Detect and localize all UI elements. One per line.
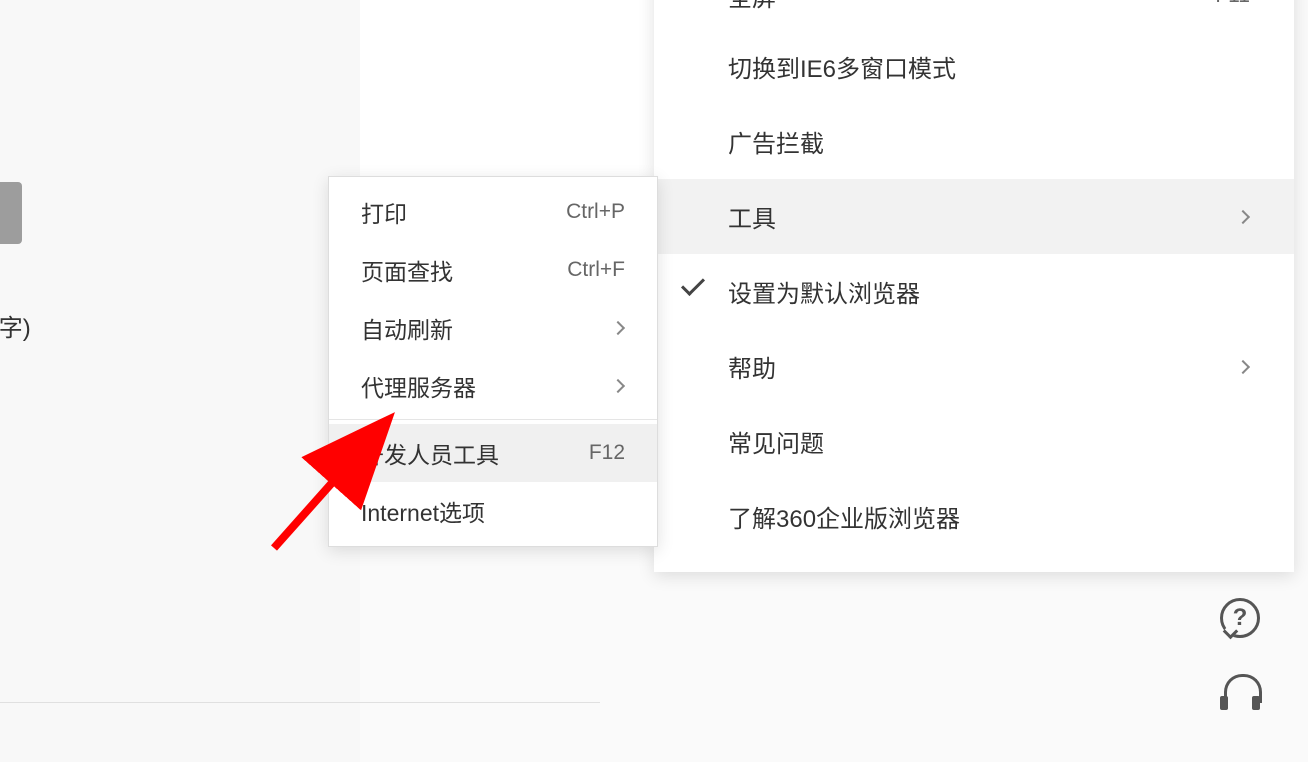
divider-line	[0, 702, 600, 703]
chevron-right-icon	[1236, 209, 1250, 223]
menu-label: 了解360企业版浏览器	[728, 499, 960, 534]
submenu-item-find[interactable]: 页面查找 Ctrl+F	[329, 241, 657, 299]
menu-item-default-browser[interactable]: 设置为默认浏览器	[654, 254, 1294, 329]
submenu-label: 自动刷新	[361, 311, 453, 345]
submenu-shortcut: Ctrl+F	[567, 258, 625, 282]
submenu-item-internet-options[interactable]: Internet选项	[329, 482, 657, 540]
menu-label: 切换到IE6多窗口模式	[728, 49, 956, 84]
submenu-shortcut: F12	[589, 441, 625, 465]
submenu-label: 开发人员工具	[361, 436, 499, 470]
submenu-item-print[interactable]: 打印 Ctrl+P	[329, 183, 657, 241]
menu-label: 广告拦截	[728, 124, 824, 159]
headset-icon[interactable]	[1220, 674, 1260, 712]
menu-label: 设置为默认浏览器	[728, 274, 920, 309]
left-panel-bg	[0, 0, 360, 762]
left-collapse-tab[interactable]	[0, 182, 22, 244]
menu-item-ie6-mode[interactable]: 切换到IE6多窗口模式	[654, 29, 1294, 104]
submenu-label: 打印	[361, 195, 407, 229]
submenu-divider	[329, 419, 657, 420]
menu-item-adblock[interactable]: 广告拦截	[654, 104, 1294, 179]
submenu-shortcut: Ctrl+P	[566, 200, 625, 224]
check-icon	[681, 272, 705, 296]
menu-item-fullscreen[interactable]: 全屏 F11	[654, 0, 1294, 29]
menu-shortcut: F11	[1215, 0, 1250, 8]
chevron-right-icon	[611, 379, 625, 393]
submenu-label: 代理服务器	[361, 369, 476, 403]
menu-label: 全屏	[728, 0, 776, 13]
menu-item-about[interactable]: 了解360企业版浏览器	[654, 479, 1294, 554]
browser-main-menu: 全屏 F11 切换到IE6多窗口模式 广告拦截 工具 设置为默认浏览器 帮助 常…	[654, 0, 1294, 572]
submenu-item-autorefresh[interactable]: 自动刷新	[329, 299, 657, 357]
chevron-right-icon	[611, 321, 625, 335]
submenu-label: Internet选项	[361, 494, 485, 528]
menu-item-help[interactable]: 帮助	[654, 329, 1294, 404]
left-partial-text: 50字)	[0, 308, 31, 343]
menu-item-tools[interactable]: 工具	[654, 179, 1294, 254]
menu-label: 工具	[728, 199, 776, 234]
menu-label: 常见问题	[728, 424, 824, 459]
chevron-right-icon	[1236, 359, 1250, 373]
tools-submenu: 打印 Ctrl+P 页面查找 Ctrl+F 自动刷新 代理服务器 开发人员工具 …	[328, 176, 658, 547]
help-icon[interactable]: ?	[1220, 598, 1260, 638]
submenu-item-devtools[interactable]: 开发人员工具 F12	[329, 424, 657, 482]
menu-label: 帮助	[728, 349, 776, 384]
menu-item-faq[interactable]: 常见问题	[654, 404, 1294, 479]
submenu-label: 页面查找	[361, 253, 453, 287]
submenu-item-proxy[interactable]: 代理服务器	[329, 357, 657, 415]
